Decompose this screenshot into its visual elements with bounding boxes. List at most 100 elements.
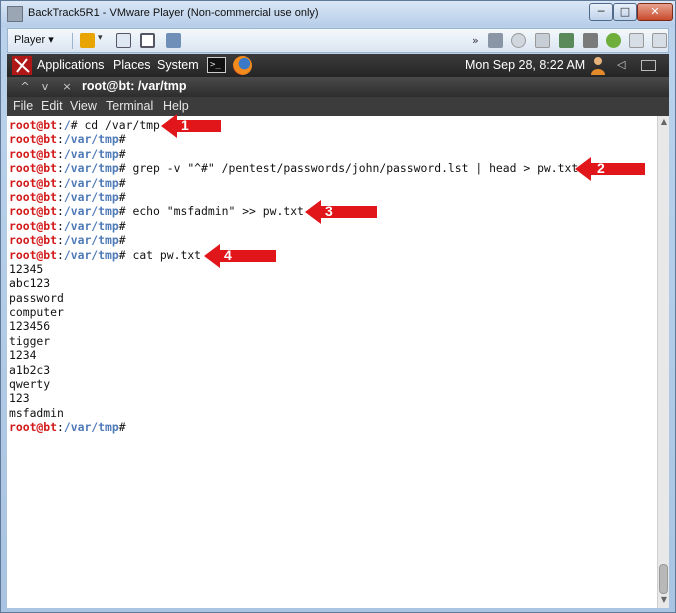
- prompt-user: root@bt: [9, 132, 58, 147]
- annotation-number-2: 2: [597, 160, 605, 176]
- prompt-symbol: #: [118, 161, 126, 176]
- network-icon[interactable]: [116, 33, 131, 48]
- annotation-number-4: 4: [224, 247, 232, 263]
- message-icon[interactable]: [629, 33, 644, 48]
- scroll-up-icon[interactable]: ▲: [658, 116, 670, 128]
- menu-terminal[interactable]: Terminal: [106, 99, 153, 113]
- prompt-user: root@bt: [9, 161, 58, 176]
- annotation-arrow-1: 1: [161, 113, 221, 139]
- maximize-button[interactable]: □: [613, 3, 637, 21]
- prompt-path: /var/tmp: [63, 233, 119, 248]
- scrollbar-thumb[interactable]: [659, 564, 668, 594]
- prompt-path: /var/tmp: [63, 420, 119, 435]
- harddisk-icon[interactable]: [488, 33, 503, 48]
- prompt-path: /var/tmp: [63, 175, 119, 190]
- minimize-button[interactable]: ─: [589, 3, 613, 21]
- menu-view[interactable]: View: [70, 99, 97, 113]
- chevron-right-icon[interactable]: »: [472, 33, 482, 48]
- unity-icon[interactable]: [166, 33, 181, 48]
- prompt-user: root@bt: [9, 420, 58, 435]
- prompt-user: root@bt: [9, 247, 58, 262]
- prompt-symbol: #: [118, 218, 126, 233]
- terminal-output-line: password: [9, 290, 64, 305]
- fit-guest-icon[interactable]: [652, 33, 667, 48]
- annotation-arrow-3: 3: [305, 199, 377, 225]
- prompt-symbol: #: [118, 204, 126, 219]
- terminal-output-line: 123: [9, 391, 30, 406]
- terminal-output-line: msfadmin: [9, 405, 64, 420]
- prompt-separator: :: [57, 161, 64, 176]
- prompt-symbol: #: [70, 118, 78, 132]
- chevron-down-icon[interactable]: v: [37, 79, 53, 95]
- prompt-path: /var/tmp: [63, 218, 119, 233]
- menu-help[interactable]: Help: [163, 99, 189, 113]
- terminal-output-line: abc123: [9, 276, 51, 291]
- chevron-up-icon[interactable]: ^: [17, 79, 33, 95]
- scroll-down-icon[interactable]: ▼: [658, 594, 670, 606]
- gnome-top-panel: Applications Places System >_ Mon Sep 28…: [7, 54, 669, 77]
- fullscreen-icon[interactable]: [140, 33, 155, 48]
- prompt-symbol: #: [118, 189, 126, 204]
- terminal-prompt-line: root@bt:/var/tmp# echo "msfadmin" >> pw.…: [9, 204, 578, 218]
- prompt-symbol: #: [118, 132, 126, 147]
- guest-screen: Applications Places System >_ Mon Sep 28…: [7, 54, 669, 608]
- terminal-output-line: 123456: [9, 319, 51, 334]
- speaker-icon[interactable]: ◁: [617, 59, 629, 71]
- terminal-prompt-line: root@bt:/var/tmp#: [9, 132, 578, 146]
- vmware-toolbar: Player ▾ ▾ »: [7, 28, 669, 53]
- prompt-symbol: #: [118, 233, 126, 248]
- prompt-separator: :: [57, 118, 64, 132]
- annotation-number-3: 3: [325, 203, 333, 219]
- vmware-app-icon: [7, 6, 23, 22]
- terminal-launcher-icon[interactable]: >_: [207, 57, 226, 73]
- panel-clock[interactable]: Mon Sep 28, 8:22 AM: [465, 58, 585, 72]
- prompt-path: /: [63, 118, 71, 132]
- prompt-separator: :: [57, 146, 64, 161]
- prompt-path: /var/tmp: [63, 161, 119, 176]
- places-menu[interactable]: Places: [113, 58, 151, 72]
- terminal-output[interactable]: root@bt:/# cd /var/tmp root@bt:/var/tmp# r…: [7, 116, 657, 608]
- firefox-icon[interactable]: [233, 56, 252, 75]
- prompt-path: /var/tmp: [63, 247, 119, 262]
- mail-icon[interactable]: [641, 60, 656, 71]
- network-adapter-icon[interactable]: [559, 33, 574, 48]
- sound-icon[interactable]: [606, 33, 621, 48]
- prompt-user: root@bt: [9, 146, 58, 161]
- prompt-separator: :: [57, 420, 64, 435]
- prompt-symbol: #: [118, 420, 126, 435]
- terminal-output-line: qwerty: [9, 377, 51, 392]
- prompt-symbol: #: [118, 247, 126, 262]
- pause-icon[interactable]: [80, 33, 95, 48]
- prompt-separator: :: [57, 233, 64, 248]
- terminal-prompt-line: root@bt:/var/tmp#: [9, 233, 578, 247]
- prompt-user: root@bt: [9, 218, 58, 233]
- chevron-down-icon[interactable]: ▾: [98, 33, 106, 48]
- menu-file[interactable]: File: [13, 99, 33, 113]
- terminal-prompt-line: root@bt:/var/tmp#: [9, 147, 578, 161]
- printer-icon[interactable]: [583, 33, 598, 48]
- terminal-output-line: a1b2c3: [9, 362, 51, 377]
- terminal-prompt-line: root@bt:/var/tmp#: [9, 420, 578, 434]
- player-menu-button[interactable]: Player ▾: [14, 33, 54, 46]
- command-text: grep -v "^#" /pentest/passwords/john/pas…: [125, 161, 579, 176]
- prompt-symbol: #: [118, 175, 126, 190]
- terminal-scrollbar[interactable]: ▲ ▼: [657, 116, 669, 608]
- floppy-icon[interactable]: [535, 33, 550, 48]
- prompt-separator: :: [57, 218, 64, 233]
- system-menu[interactable]: System: [157, 58, 199, 72]
- prompt-user: root@bt: [9, 189, 58, 204]
- close-icon[interactable]: ×: [59, 79, 75, 95]
- close-button[interactable]: ✕: [637, 3, 673, 21]
- cdrom-icon[interactable]: [511, 33, 526, 48]
- terminal-prompt-line: root@bt:/var/tmp# cat pw.txt: [9, 248, 578, 262]
- menu-edit[interactable]: Edit: [41, 99, 63, 113]
- prompt-path: /var/tmp: [63, 189, 119, 204]
- prompt-separator: :: [57, 132, 64, 147]
- annotation-number-1: 1: [181, 117, 189, 133]
- terminal-prompt-line: root@bt:/var/tmp# grep -v "^#" /pentest/…: [9, 161, 578, 175]
- terminal-prompt-line: root@bt:/var/tmp#: [9, 190, 578, 204]
- user-icon[interactable]: [590, 56, 606, 75]
- backtrack-logo-icon[interactable]: [12, 56, 32, 75]
- applications-menu[interactable]: Applications: [37, 58, 104, 72]
- toolbar-separator: [72, 33, 73, 49]
